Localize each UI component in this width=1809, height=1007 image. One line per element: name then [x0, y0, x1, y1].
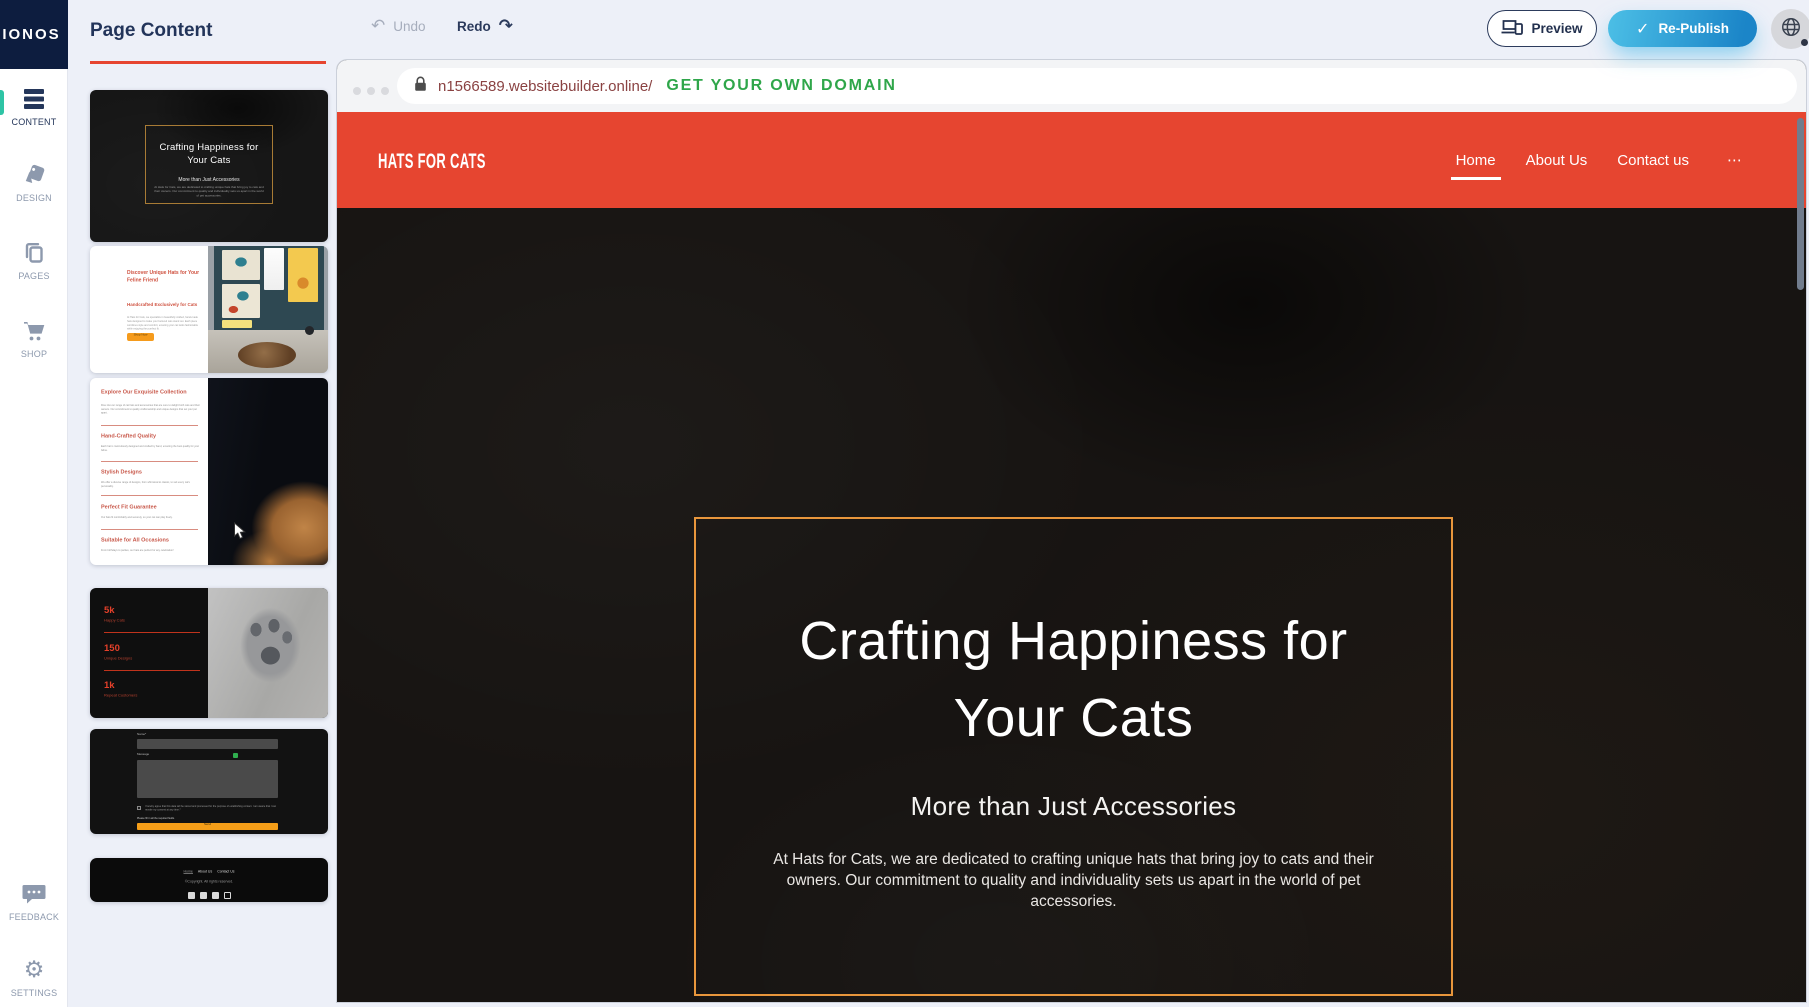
hero-section: Crafting Happiness forYour Cats More tha… — [337, 208, 1806, 1002]
sidebar-item-shop[interactable]: SHOP — [0, 317, 68, 359]
thumbnail-hero-selection-box: Crafting Happiness forYour Cats More tha… — [145, 125, 273, 204]
globe-status-dot — [1801, 39, 1808, 46]
thumbnail-name-input — [137, 739, 278, 749]
thumbnail-message-textarea — [137, 760, 278, 798]
design-icon — [0, 161, 68, 189]
globe-icon — [1780, 16, 1802, 43]
stats-section-photo — [208, 588, 328, 718]
browser-chrome: n1566589.websitebuilder.online/ GET YOUR… — [337, 60, 1806, 112]
social-icon — [188, 892, 195, 899]
thumbnail-stats-section[interactable]: 5k Happy Cats 150 Unique Designs 1k Repe… — [90, 588, 328, 718]
shop-cart-icon — [0, 317, 68, 345]
url-bar[interactable]: n1566589.websitebuilder.online/ GET YOUR… — [397, 68, 1797, 104]
canvas-scrollbar[interactable] — [1797, 118, 1804, 290]
social-icon — [212, 892, 219, 899]
emoji-icon — [233, 753, 238, 758]
nav-more-icon[interactable]: ⋯ — [1727, 151, 1743, 169]
thumbnail-footer-section[interactable]: HomeAbout UsContact Us ©Copyright. All r… — [90, 858, 328, 902]
thumbnail-shop-now-button: Shop Now — [127, 333, 154, 341]
sidebar-item-design[interactable]: DESIGN — [0, 161, 68, 203]
settings-gear-icon: ⚙ — [0, 956, 68, 984]
thumbnail-collection-section[interactable]: Explore Our Exquisite Collection Dive in… — [90, 378, 328, 565]
nav-item-about[interactable]: About Us — [1526, 152, 1588, 169]
sidebar-item-pages[interactable]: PAGES — [0, 239, 68, 281]
hero-content: Crafting Happiness forYour Cats More tha… — [694, 517, 1453, 912]
site-logo[interactable]: HATS FOR CATS — [378, 150, 486, 174]
site-header: HATS FOR CATS Home About Us Contact us ⋯ — [337, 112, 1806, 208]
lock-icon — [414, 76, 427, 97]
check-icon: ✓ — [1636, 19, 1649, 39]
shop-section-photo — [208, 246, 328, 373]
sidebar-item-feedback[interactable]: FEEDBACK — [0, 880, 68, 922]
collection-section-photo — [208, 378, 328, 565]
social-icon — [224, 892, 231, 899]
hero-body[interactable]: At Hats for Cats, we are dedicated to cr… — [751, 849, 1396, 912]
sidebar-item-content[interactable]: CONTENT — [0, 85, 68, 127]
nav-item-contact[interactable]: Contact us — [1617, 152, 1689, 169]
republish-button[interactable]: ✓ Re-Publish — [1608, 10, 1757, 47]
redo-button[interactable]: Redo ↷ — [457, 18, 513, 35]
preview-button[interactable]: Preview — [1487, 10, 1597, 47]
ionos-logo[interactable]: IONOS — [0, 0, 68, 69]
website-builder-app: IONOS CONTENT DESIGN PAGES SHOP — [0, 0, 1809, 1007]
social-icon — [200, 892, 207, 899]
get-domain-link[interactable]: GET YOUR OWN DOMAIN — [666, 77, 896, 95]
content-icon — [0, 85, 68, 113]
thumbnail-contact-form-section[interactable]: Name* Message I hereby agree that this d… — [90, 729, 328, 834]
site-nav: Home About Us Contact us ⋯ — [1456, 112, 1743, 208]
feedback-bubble-icon — [0, 880, 68, 908]
hero-title[interactable]: Crafting Happiness forYour Cats — [694, 603, 1453, 757]
devices-icon — [1501, 19, 1523, 38]
globe-button[interactable] — [1771, 9, 1809, 49]
editor-canvas: n1566589.websitebuilder.online/ GET YOUR… — [337, 60, 1806, 1002]
hero-subtitle[interactable]: More than Just Accessories — [694, 791, 1453, 822]
thumbnail-shop-section[interactable]: Discover Unique Hats for Your Feline Fri… — [90, 246, 328, 373]
nav-item-home[interactable]: Home — [1456, 152, 1496, 169]
sidebar: IONOS CONTENT DESIGN PAGES SHOP — [0, 0, 68, 1007]
undo-button[interactable]: ↶ Undo — [371, 18, 426, 35]
redo-icon: ↷ — [499, 18, 513, 35]
sidebar-item-settings[interactable]: ⚙ SETTINGS — [0, 956, 68, 998]
thumbnail-send-button: Send — [137, 823, 278, 830]
undo-icon: ↶ — [371, 18, 385, 35]
thumbnail-hero-section[interactable]: Crafting Happiness forYour Cats More tha… — [90, 90, 328, 242]
page-title: Page Content — [90, 20, 212, 42]
panel-accent-rule — [90, 61, 326, 64]
thumbnail-consent-checkbox — [137, 806, 141, 810]
pages-icon — [0, 239, 68, 267]
window-dots — [353, 82, 395, 100]
site-url: n1566589.websitebuilder.online/ — [438, 78, 652, 95]
